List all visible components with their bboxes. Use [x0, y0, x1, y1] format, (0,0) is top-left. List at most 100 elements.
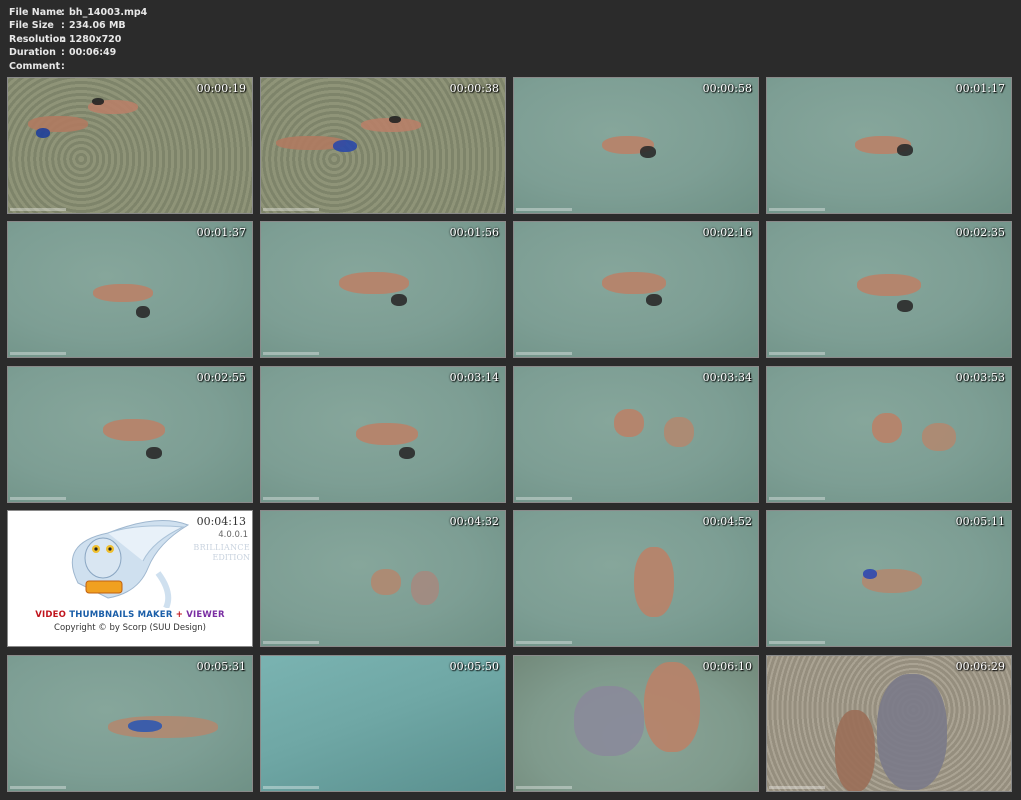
brand-word-video: VIDEO [35, 610, 67, 620]
thumbnail-timestamp: 00:03:53 [955, 371, 1005, 384]
thumbnail-timestamp: 00:05:11 [955, 515, 1005, 528]
thumbnail-timestamp: 00:00:38 [449, 82, 499, 95]
figure-shape [857, 274, 921, 296]
thumbnail-timestamp: 00:05:31 [196, 660, 246, 673]
video-thumbnail[interactable]: 00:03:34 [513, 366, 759, 503]
brand-plus: + [175, 610, 184, 620]
logo-edition-line1: BRILLIANCE [193, 543, 250, 552]
figure-shape [103, 419, 165, 441]
figure-shape [863, 569, 877, 579]
thumbnail-frame [261, 656, 505, 791]
info-row-duration: Duration:00:06:49 [9, 47, 117, 59]
thumbnail-timestamp: 00:02:55 [196, 371, 246, 384]
video-thumbnail[interactable]: 00:04:52 [513, 510, 759, 647]
figure-shape [614, 409, 644, 437]
thumbnail-timestamp: 00:01:17 [955, 82, 1005, 95]
figure-shape [634, 547, 674, 617]
figure-shape [333, 140, 357, 152]
thumbnail-timestamp: 00:03:34 [702, 371, 752, 384]
watermark [516, 641, 572, 644]
figure-shape [646, 294, 662, 306]
logo-version: 4.0.0.1 [218, 530, 248, 540]
watermark [10, 497, 66, 500]
video-thumbnail[interactable]: 00:02:16 [513, 221, 759, 358]
thumbnail-timestamp: 00:03:14 [449, 371, 499, 384]
thumbnail-timestamp: 00:04:32 [449, 515, 499, 528]
figure-shape [602, 272, 666, 294]
video-thumbnail[interactable]: 00:02:35 [766, 221, 1012, 358]
logo-edition-line2: EDITION [212, 553, 250, 562]
figure-shape [640, 146, 656, 158]
figure-shape [136, 306, 150, 318]
thumbnail-timestamp: 00:04:52 [702, 515, 752, 528]
video-thumbnail[interactable]: 00:01:37 [7, 221, 253, 358]
watermark [263, 208, 319, 211]
video-thumbnail[interactable]: 00:05:31 [7, 655, 253, 792]
figure-shape [356, 423, 418, 445]
logo-thumbnail[interactable]: 4.0.0.1 BRILLIANCE EDITION VIDEO THUMBNAILS… [7, 510, 253, 647]
video-thumbnail[interactable]: 00:00:38 [260, 77, 506, 214]
file-size-value: 234.06 MB [69, 20, 126, 32]
file-name-value: bh_14003.mp4 [69, 7, 148, 18]
thumbnail-timestamp: 00:06:29 [955, 660, 1005, 673]
thumbnail-grid: 00:00:19 00:00:38 00:00:58 00:01:17 00:01:37… [7, 77, 1015, 794]
info-row-comment: Comment: [9, 60, 65, 72]
figure-shape [36, 128, 50, 138]
figure-shape [339, 272, 409, 294]
video-thumbnail[interactable]: 00:03:53 [766, 366, 1012, 503]
resolution-value: 1280x720 [69, 33, 122, 45]
video-thumbnail[interactable]: 00:01:17 [766, 77, 1012, 214]
figure-shape [391, 294, 407, 306]
video-thumbnail[interactable]: 00:00:58 [513, 77, 759, 214]
video-thumbnail[interactable]: 00:03:14 [260, 366, 506, 503]
video-thumbnail[interactable]: 00:02:55 [7, 366, 253, 503]
watermark [516, 208, 572, 211]
thumbnail-timestamp: 00:00:19 [196, 82, 246, 95]
video-thumbnail[interactable]: 00:06:29 [766, 655, 1012, 792]
info-row-resolution: Resolution: 1280x720 [9, 33, 122, 45]
brand-word-thumbnails-maker: THUMBNAILS MAKER [69, 610, 173, 620]
watermark [10, 208, 66, 211]
info-row-file-size: File Size:234.06 MB [9, 20, 126, 32]
watermark [10, 786, 66, 789]
figure-shape [108, 716, 218, 738]
figure-shape [128, 720, 162, 732]
figure-shape [897, 300, 913, 312]
thumbnail-timestamp: 00:01:37 [196, 226, 246, 239]
video-thumbnail[interactable]: 00:00:19 [7, 77, 253, 214]
watermark [769, 497, 825, 500]
watermark [769, 786, 825, 789]
video-thumbnail[interactable]: 00:04:32 [260, 510, 506, 647]
figure-shape [411, 571, 439, 605]
figure-shape [389, 116, 401, 123]
figure-shape [877, 674, 947, 790]
owl-logo-icon [71, 520, 190, 608]
file-info-header: File Name: bh_14003.mp4 File Size:234.06 … [9, 6, 147, 73]
watermark [769, 641, 825, 644]
figure-shape [644, 662, 700, 752]
logo-copyright: Copyright © by Scorp (SUU Design) [54, 623, 206, 633]
figure-shape [371, 569, 401, 595]
figure-shape [146, 447, 162, 459]
thumbnail-timestamp: 00:01:56 [449, 226, 499, 239]
duration-value: 00:06:49 [69, 47, 117, 59]
figure-shape [574, 686, 644, 756]
info-row-file-name: File Name: bh_14003.mp4 [9, 7, 148, 18]
figure-shape [897, 144, 913, 156]
thumbnail-frame [8, 78, 252, 213]
figure-shape [922, 423, 956, 451]
video-thumbnail[interactable]: 00:05:11 [766, 510, 1012, 647]
video-thumbnail[interactable]: 00:06:10 [513, 655, 759, 792]
watermark [769, 352, 825, 355]
brand-word-viewer: VIEWER [186, 610, 225, 620]
video-thumbnail[interactable]: 00:01:56 [260, 221, 506, 358]
watermark [263, 641, 319, 644]
figure-shape [399, 447, 415, 459]
thumbnail-timestamp: 00:05:50 [449, 660, 499, 673]
watermark [263, 352, 319, 355]
thumbnail-timestamp: 00:02:16 [702, 226, 752, 239]
video-thumbnail[interactable]: 00:05:50 [260, 655, 506, 792]
figure-shape [664, 417, 694, 447]
thumbnail-timestamp: 00:06:10 [702, 660, 752, 673]
watermark [769, 208, 825, 211]
